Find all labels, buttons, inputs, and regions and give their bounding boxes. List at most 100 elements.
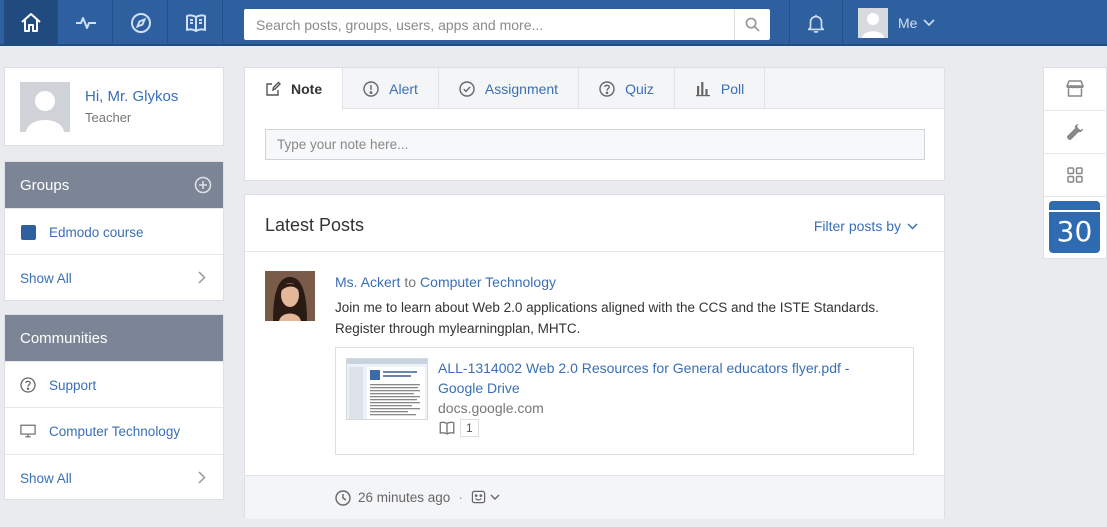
assignment-icon <box>459 80 475 97</box>
search-input[interactable] <box>244 10 734 39</box>
alert-icon <box>363 80 379 97</box>
calendar-icon <box>1049 201 1100 212</box>
top-navigation-bar: Me <box>0 0 1107 46</box>
community-item-computer-technology[interactable]: Computer Technology <box>5 407 223 454</box>
monitor-icon <box>20 423 36 439</box>
communities-panel: Communities Support Computer Technology … <box>4 314 224 500</box>
post-author-avatar[interactable] <box>265 271 315 321</box>
smiley-icon <box>471 490 486 504</box>
posts-header: Latest Posts Filter posts by <box>245 195 944 252</box>
notifications-button[interactable] <box>789 0 843 46</box>
profile-name-link[interactable]: Hi, Mr. Glykos <box>85 88 178 105</box>
post-body: Join me to learn about Web 2.0 applicati… <box>335 300 879 336</box>
note-icon <box>266 81 281 96</box>
tab-label: Note <box>291 81 323 97</box>
filter-label: Filter posts by <box>813 218 901 234</box>
chevron-right-icon <box>198 471 206 484</box>
attachment-thumbnail <box>346 358 428 420</box>
apps-grid-button[interactable] <box>1044 154 1106 197</box>
composer-tabs: Note Alert Assignment Quiz Poll <box>245 68 944 110</box>
nav-library-button[interactable] <box>169 0 223 46</box>
group-item-edmodo-course[interactable]: Edmodo course <box>5 208 223 255</box>
post-byline: Ms. Ackert to Computer Technology <box>335 274 556 290</box>
avatar <box>858 8 888 38</box>
post-composer: Note Alert Assignment Quiz Poll <box>244 67 945 181</box>
wrench-icon <box>1066 124 1083 141</box>
communities-show-all-link[interactable]: Show All <box>5 454 223 501</box>
tab-assignment[interactable]: Assignment <box>439 68 580 109</box>
user-silhouette-icon <box>26 91 64 132</box>
tab-note[interactable]: Note <box>245 68 344 110</box>
search-button[interactable] <box>734 9 770 40</box>
community-item-support[interactable]: Support <box>5 361 223 408</box>
search-bar <box>244 9 770 40</box>
communities-title: Communities <box>20 329 108 347</box>
calendar-button[interactable]: 30 <box>1049 201 1100 253</box>
chevron-down-icon <box>907 222 918 230</box>
clock-icon <box>335 489 351 506</box>
tab-label: Quiz <box>625 80 654 97</box>
chevron-right-icon <box>198 271 206 284</box>
calendar-day: 30 <box>1056 215 1093 248</box>
store-icon <box>1066 80 1084 97</box>
tab-quiz[interactable]: Quiz <box>579 68 675 109</box>
post-footer: 26 minutes ago · <box>245 475 944 519</box>
quiz-icon <box>599 80 615 97</box>
me-label: Me <box>898 15 918 31</box>
groups-header: Groups <box>5 162 223 208</box>
help-circle-icon <box>20 377 36 393</box>
search-icon <box>745 17 760 32</box>
group-item-label: Edmodo course <box>49 224 144 240</box>
attachment-title-link[interactable]: ALL-1314002 Web 2.0 Resources for Genera… <box>438 358 888 398</box>
groups-panel: Groups Edmodo course Show All <box>4 161 224 301</box>
show-all-label: Show All <box>20 270 72 286</box>
groups-show-all-link[interactable]: Show All <box>5 254 223 301</box>
chevron-down-icon <box>923 19 936 27</box>
note-input[interactable] <box>265 129 925 160</box>
nav-home-button[interactable] <box>4 0 58 46</box>
community-item-label: Computer Technology <box>49 423 181 439</box>
groups-title: Groups <box>20 176 70 194</box>
separator-dot: · <box>458 490 463 505</box>
add-to-library[interactable]: 1 <box>438 419 479 437</box>
tab-alert[interactable]: Alert <box>343 68 439 109</box>
bell-icon <box>807 14 825 33</box>
post-group-link[interactable]: Computer Technology <box>420 274 556 290</box>
filter-posts-dropdown[interactable]: Filter posts by <box>814 218 918 234</box>
tab-poll[interactable]: Poll <box>675 68 766 109</box>
tab-label: Poll <box>720 80 745 97</box>
post-to-label: to <box>404 274 417 290</box>
profile-card: Hi, Mr. Glykos Teacher <box>4 67 224 146</box>
grid-icon <box>1067 167 1083 183</box>
chevron-down-icon <box>490 494 500 500</box>
profile-avatar[interactable] <box>20 82 70 132</box>
account-menu[interactable]: Me <box>858 0 944 46</box>
posts-title: Latest Posts <box>265 215 365 235</box>
latest-posts-panel: Latest Posts Filter posts by Ms. Ackert t… <box>244 194 945 519</box>
discover-icon <box>130 13 151 33</box>
community-item-label: Support <box>49 377 97 393</box>
post-author-link[interactable]: Ms. Ackert <box>335 274 400 290</box>
add-group-icon[interactable] <box>194 176 212 194</box>
group-color-square-icon <box>20 224 36 240</box>
nav-discover-button[interactable] <box>114 0 168 46</box>
attachment-domain: docs.google.com <box>438 400 544 416</box>
library-icon <box>439 421 455 435</box>
reaction-button[interactable] <box>471 490 500 505</box>
nav-activity-button[interactable] <box>59 0 113 46</box>
library-icon <box>185 14 206 32</box>
library-count: 1 <box>460 419 479 437</box>
poll-icon <box>695 81 710 96</box>
right-rail-apps: 30 <box>1043 67 1107 259</box>
tools-button[interactable] <box>1044 111 1106 154</box>
tab-label: Alert <box>389 80 418 97</box>
post-attachment[interactable]: ALL-1314002 Web 2.0 Resources for Genera… <box>335 347 914 455</box>
activity-icon <box>75 17 96 29</box>
show-all-label: Show All <box>20 470 72 486</box>
user-silhouette-icon <box>862 13 884 38</box>
post-timestamp: 26 minutes ago <box>358 490 451 505</box>
author-photo <box>265 271 315 321</box>
home-icon <box>20 13 41 32</box>
app-store-button[interactable] <box>1044 68 1106 111</box>
communities-header: Communities <box>5 315 223 361</box>
